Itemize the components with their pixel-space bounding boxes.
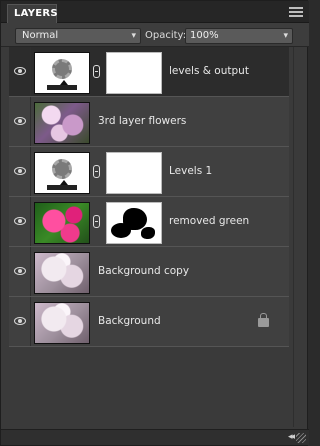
layers-panel: LAYERS Normal ▾ Opacity: 100% ▾ levels &… xyxy=(0,0,309,446)
layers-list: levels & output 3rd layer flowers Levels… xyxy=(9,47,289,432)
chain-link-icon[interactable] xyxy=(93,165,100,178)
layer-mask-thumbnail[interactable] xyxy=(106,52,162,94)
visibility-toggle[interactable] xyxy=(9,47,31,96)
visibility-toggle[interactable] xyxy=(9,297,31,346)
panel-footer: ◂◂ xyxy=(1,429,309,445)
layer-thumbnail xyxy=(34,302,90,344)
eye-icon xyxy=(14,267,26,275)
chain-link-icon[interactable] xyxy=(93,215,100,228)
visibility-toggle[interactable] xyxy=(9,97,31,146)
layer-row[interactable]: levels & output xyxy=(9,47,289,97)
blend-mode-value: Normal xyxy=(22,30,59,41)
layer-name: removed green xyxy=(169,215,250,227)
layer-name: 3rd layer flowers xyxy=(98,115,187,127)
blend-mode-dropdown[interactable]: Normal ▾ xyxy=(15,28,141,44)
opacity-label: Opacity: xyxy=(145,30,187,41)
opacity-value: 100% xyxy=(190,30,219,41)
eye-icon xyxy=(14,167,26,175)
layer-name: levels & output xyxy=(169,65,249,77)
layer-row[interactable]: 3rd layer flowers xyxy=(9,97,289,147)
eye-icon xyxy=(14,217,26,225)
resize-grip-icon[interactable] xyxy=(296,433,306,443)
gear-icon xyxy=(52,159,72,179)
adjustment-layer-thumbnail xyxy=(34,152,90,194)
layer-row[interactable]: Background copy xyxy=(9,247,289,297)
layer-row[interactable]: removed green xyxy=(9,197,289,247)
layer-name: Background copy xyxy=(98,265,190,277)
layer-thumbnail xyxy=(34,202,90,244)
panel-tab-bar: LAYERS xyxy=(1,1,309,23)
chevron-down-icon: ▾ xyxy=(283,31,288,41)
adjustment-layer-thumbnail xyxy=(34,52,90,94)
layer-name: Background xyxy=(98,315,161,327)
layer-row[interactable]: Background xyxy=(9,297,289,347)
layer-mask-thumbnail[interactable] xyxy=(106,152,162,194)
layer-mask-thumbnail[interactable] xyxy=(106,202,162,244)
layer-thumbnail xyxy=(34,102,90,144)
gear-icon xyxy=(52,59,72,79)
layer-thumbnail xyxy=(34,252,90,294)
visibility-toggle[interactable] xyxy=(9,247,31,296)
lock-icon xyxy=(258,313,269,327)
visibility-toggle[interactable] xyxy=(9,197,31,246)
opacity-field[interactable]: 100% ▾ xyxy=(185,28,293,44)
layers-toolbar: Normal ▾ Opacity: 100% ▾ xyxy=(1,23,309,47)
scrollbar[interactable] xyxy=(293,47,307,427)
chevron-down-icon: ▾ xyxy=(131,31,136,41)
eye-icon xyxy=(14,117,26,125)
double-chevron-left-icon[interactable]: ◂◂ xyxy=(288,432,295,442)
chain-link-icon[interactable] xyxy=(93,65,100,78)
layer-name: Levels 1 xyxy=(169,165,213,177)
eye-icon xyxy=(14,317,26,325)
eye-icon xyxy=(14,67,26,75)
tab-layers[interactable]: LAYERS xyxy=(7,4,58,23)
visibility-toggle[interactable] xyxy=(9,147,31,196)
menu-icon[interactable] xyxy=(289,5,303,18)
layer-row[interactable]: Levels 1 xyxy=(9,147,289,197)
